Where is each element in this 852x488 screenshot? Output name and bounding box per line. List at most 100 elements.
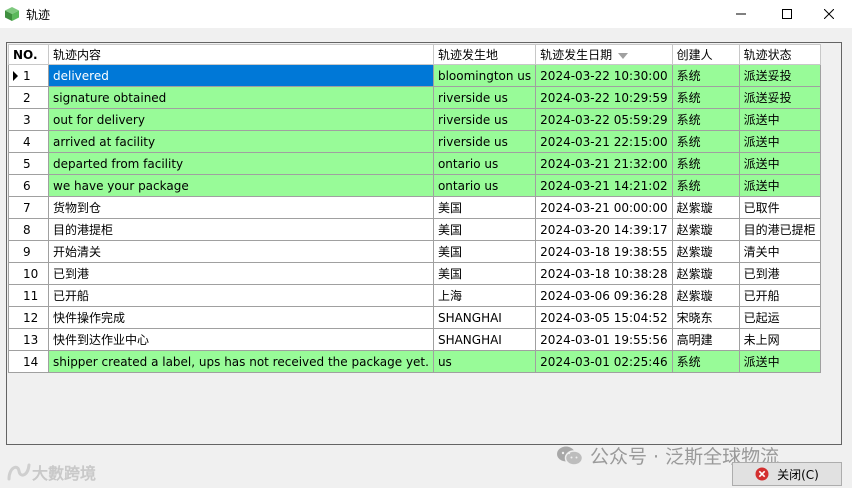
row-number-cell[interactable]: 3 (8, 108, 49, 131)
close-dialog-button[interactable]: 关闭(C) (732, 462, 842, 486)
content-cell[interactable]: 货物到仓 (48, 196, 434, 219)
table-row[interactable]: 10 已到港 美国 2024-03-18 10:38:28 赵紫璇 已到港 (8, 262, 821, 285)
column-header-creator[interactable]: 创建人 (671, 44, 740, 65)
window-close-button[interactable] (806, 0, 852, 28)
date-cell[interactable]: 2024-03-01 19:55:56 (535, 328, 673, 351)
creator-cell[interactable]: 赵紫璇 (671, 262, 740, 285)
creator-cell[interactable]: 赵紫璇 (671, 196, 740, 219)
status-cell[interactable]: 清关中 (738, 240, 821, 263)
status-cell[interactable]: 派送中 (738, 174, 821, 197)
date-cell[interactable]: 2024-03-18 19:38:55 (535, 240, 673, 263)
status-cell[interactable]: 已取件 (738, 196, 821, 219)
status-cell[interactable]: 未上网 (738, 328, 821, 351)
place-cell[interactable]: SHANGHAI (432, 306, 537, 329)
place-cell[interactable]: riverside us (432, 130, 537, 153)
content-cell[interactable]: shipper created a label, ups has not rec… (48, 350, 434, 373)
date-cell[interactable]: 2024-03-21 22:15:00 (535, 130, 673, 153)
creator-cell[interactable]: 赵紫璇 (671, 240, 740, 263)
creator-cell[interactable]: 系统 (671, 152, 740, 175)
place-cell[interactable]: 美国 (432, 240, 537, 263)
content-cell[interactable]: 快件到达作业中心 (48, 328, 434, 351)
row-number-cell[interactable]: 2 (8, 86, 49, 109)
row-number-cell[interactable]: 6 (8, 174, 49, 197)
status-cell[interactable]: 派送中 (738, 108, 821, 131)
row-number-cell[interactable]: 11 (8, 284, 49, 307)
maximize-button[interactable] (764, 0, 810, 28)
tracking-grid[interactable]: NO. 轨迹内容 轨迹发生地 轨迹发生日期 创建人 轨迹状态 1 delivere… (6, 42, 842, 445)
content-cell[interactable]: 目的港提柜 (48, 218, 434, 241)
minimize-button[interactable] (718, 0, 764, 28)
table-row[interactable]: 1 delivered bloomington us 2024-03-22 10:30… (8, 64, 821, 87)
table-row[interactable]: 12 快件操作完成 SHANGHAI 2024-03-05 15:04:52 宋晓东 已起… (8, 306, 821, 329)
row-number-cell[interactable]: 8 (8, 218, 49, 241)
content-cell[interactable]: 快件操作完成 (48, 306, 434, 329)
date-cell[interactable]: 2024-03-21 14:21:02 (535, 174, 673, 197)
creator-cell[interactable]: 赵紫璇 (671, 218, 740, 241)
creator-cell[interactable]: 赵紫璇 (671, 284, 740, 307)
creator-cell[interactable]: 系统 (671, 64, 740, 87)
content-cell[interactable]: we have your package (48, 174, 434, 197)
content-cell[interactable]: signature obtained (48, 86, 434, 109)
place-cell[interactable]: us (432, 350, 537, 373)
column-header-date[interactable]: 轨迹发生日期 (535, 44, 673, 65)
place-cell[interactable]: riverside us (432, 86, 537, 109)
date-cell[interactable]: 2024-03-18 10:38:28 (535, 262, 673, 285)
table-row[interactable]: 11 已开船 上海 2024-03-06 09:36:28 赵紫璇 已开船 (8, 284, 821, 307)
place-cell[interactable]: SHANGHAI (432, 328, 537, 351)
creator-cell[interactable]: 宋晓东 (671, 306, 740, 329)
status-cell[interactable]: 已到港 (738, 262, 821, 285)
status-cell[interactable]: 派送中 (738, 152, 821, 175)
place-cell[interactable]: 美国 (432, 218, 537, 241)
row-number-cell[interactable]: 10 (8, 262, 49, 285)
content-cell[interactable]: 已开船 (48, 284, 434, 307)
column-header-no[interactable]: NO. (8, 44, 49, 65)
place-cell[interactable]: 上海 (432, 284, 537, 307)
date-cell[interactable]: 2024-03-05 15:04:52 (535, 306, 673, 329)
content-cell[interactable]: out for delivery (48, 108, 434, 131)
table-row[interactable]: 13 快件到达作业中心 SHANGHAI 2024-03-01 19:55:56 高明建… (8, 328, 821, 351)
place-cell[interactable]: 美国 (432, 196, 537, 219)
date-cell[interactable]: 2024-03-21 00:00:00 (535, 196, 673, 219)
status-cell[interactable]: 派送妥投 (738, 86, 821, 109)
row-number-cell[interactable]: 7 (8, 196, 49, 219)
place-cell[interactable]: 美国 (432, 262, 537, 285)
row-number-cell[interactable]: 12 (8, 306, 49, 329)
place-cell[interactable]: ontario us (432, 174, 537, 197)
table-row[interactable]: 7 货物到仓 美国 2024-03-21 00:00:00 赵紫璇 已取件 (8, 196, 821, 219)
table-row[interactable]: 6 we have your package ontario us 2024-03-2… (8, 174, 821, 197)
table-row[interactable]: 2 signature obtained riverside us 2024-03-2… (8, 86, 821, 109)
date-cell[interactable]: 2024-03-20 14:39:17 (535, 218, 673, 241)
row-number-cell[interactable]: 5 (8, 152, 49, 175)
table-row[interactable]: 14 shipper created a label, ups has not r… (8, 350, 821, 373)
creator-cell[interactable]: 高明建 (671, 328, 740, 351)
table-row[interactable]: 9 开始清关 美国 2024-03-18 19:38:55 赵紫璇 清关中 (8, 240, 821, 263)
date-cell[interactable]: 2024-03-01 02:25:46 (535, 350, 673, 373)
content-cell[interactable]: 已到港 (48, 262, 434, 285)
row-number-cell[interactable]: 13 (8, 328, 49, 351)
row-number-cell[interactable]: 14 (8, 350, 49, 373)
creator-cell[interactable]: 系统 (671, 130, 740, 153)
status-cell[interactable]: 已起运 (738, 306, 821, 329)
creator-cell[interactable]: 系统 (671, 108, 740, 131)
content-cell[interactable]: 开始清关 (48, 240, 434, 263)
row-number-cell[interactable]: 1 (8, 64, 49, 87)
status-cell[interactable]: 派送中 (738, 350, 821, 373)
content-cell[interactable]: arrived at facility (48, 130, 434, 153)
place-cell[interactable]: ontario us (432, 152, 537, 175)
date-cell[interactable]: 2024-03-22 05:59:29 (535, 108, 673, 131)
date-cell[interactable]: 2024-03-21 21:32:00 (535, 152, 673, 175)
content-cell[interactable]: departed from facility (48, 152, 434, 175)
place-cell[interactable]: riverside us (432, 108, 537, 131)
status-cell[interactable]: 派送中 (738, 130, 821, 153)
column-header-content[interactable]: 轨迹内容 (48, 44, 434, 65)
content-cell[interactable]: delivered (48, 64, 434, 87)
status-cell[interactable]: 已开船 (738, 284, 821, 307)
table-row[interactable]: 4 arrived at facility riverside us 2024-03-… (8, 130, 821, 153)
creator-cell[interactable]: 系统 (671, 350, 740, 373)
creator-cell[interactable]: 系统 (671, 174, 740, 197)
date-cell[interactable]: 2024-03-22 10:29:59 (535, 86, 673, 109)
date-cell[interactable]: 2024-03-06 09:36:28 (535, 284, 673, 307)
status-cell[interactable]: 目的港已提柜 (738, 218, 821, 241)
place-cell[interactable]: bloomington us (432, 64, 537, 87)
table-row[interactable]: 8 目的港提柜 美国 2024-03-20 14:39:17 赵紫璇 目的港已提柜 (8, 218, 821, 241)
